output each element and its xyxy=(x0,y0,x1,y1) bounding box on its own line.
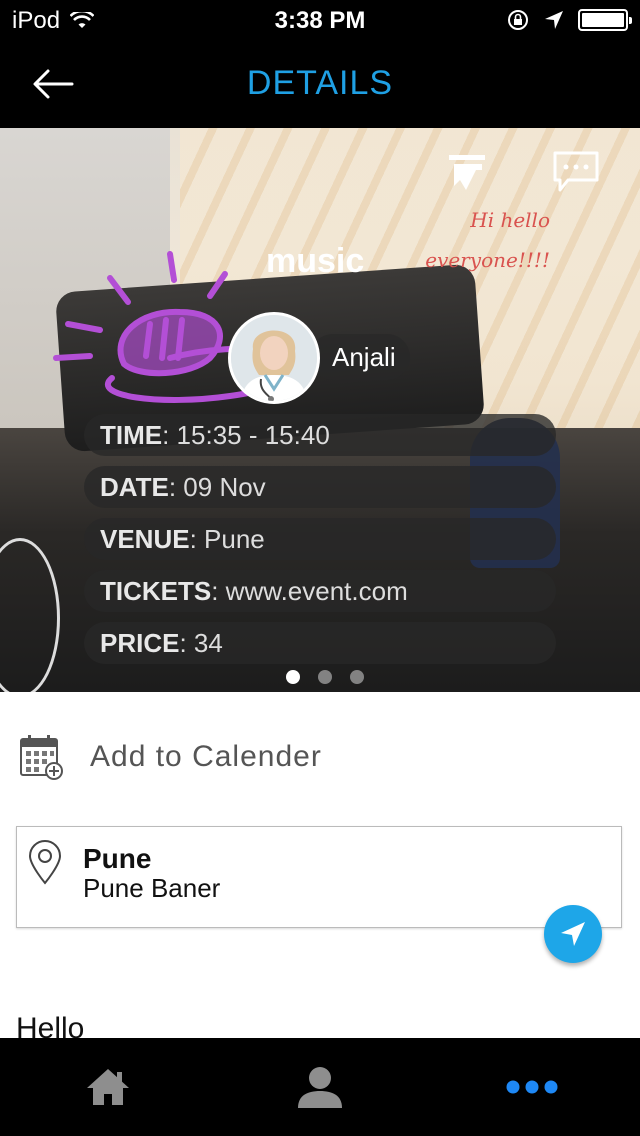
handwritten-line-2: everyone!!!! xyxy=(425,248,550,272)
user-name-pill: Anjali xyxy=(310,334,410,380)
overlay-word: music xyxy=(266,242,365,280)
detail-value: : www.event.com xyxy=(211,576,408,606)
detail-key: TICKETS xyxy=(100,576,212,606)
avatar[interactable] xyxy=(228,312,320,404)
handwritten-note: Hi hello everyone!!!! xyxy=(410,200,550,280)
status-bar: iPod 3:38 PM xyxy=(0,0,640,40)
page-title: DETAILS xyxy=(246,64,394,102)
navigation-arrow-icon xyxy=(561,922,585,946)
comment-button[interactable] xyxy=(552,150,600,194)
rotation-lock-icon xyxy=(508,10,528,30)
detail-value: : 15:35 - 15:40 xyxy=(162,420,330,450)
detail-key: DATE xyxy=(100,472,169,502)
location-title: Pune xyxy=(83,843,152,874)
detail-key: TIME xyxy=(100,420,163,450)
add-to-calendar-button[interactable]: Add to Calender xyxy=(18,732,322,782)
event-hero-image[interactable]: music Hi hello everyone!!!! Anjali TIME:… xyxy=(0,128,640,692)
detail-value: : 34 xyxy=(179,628,223,658)
location-subtitle: Pune Baner xyxy=(83,873,221,903)
detail-key: PRICE xyxy=(100,628,180,658)
detail-row-price: PRICE: 34 xyxy=(84,622,556,664)
page-indicator[interactable] xyxy=(286,670,364,684)
page-dot-2[interactable] xyxy=(318,670,332,684)
battery-icon xyxy=(578,9,632,31)
detail-row-tickets[interactable]: TICKETS: www.event.com xyxy=(84,570,556,612)
tab-more[interactable] xyxy=(472,1038,592,1136)
location-arrow-icon xyxy=(545,11,563,29)
add-to-calendar-label: Add to Calender xyxy=(90,740,322,773)
more-dots-icon xyxy=(506,1080,558,1094)
detail-row-venue: VENUE: Pune xyxy=(84,518,556,560)
detail-key: VENUE xyxy=(100,524,190,554)
profile-icon xyxy=(298,1067,342,1108)
detail-row-time: TIME: 15:35 - 15:40 xyxy=(84,414,556,456)
home-icon xyxy=(87,1069,129,1105)
share-button[interactable] xyxy=(446,152,488,194)
tab-bar xyxy=(0,1038,640,1136)
page-dot-1[interactable] xyxy=(286,670,300,684)
map-pin-icon xyxy=(28,840,62,885)
avatar-image xyxy=(231,315,317,401)
location-card[interactable]: Pune Pune Baner xyxy=(16,826,622,928)
handwritten-line-1: Hi hello xyxy=(470,208,550,232)
share-icon xyxy=(449,155,485,190)
chat-icon xyxy=(553,151,599,192)
detail-row-date: DATE: 09 Nov xyxy=(84,466,556,508)
tab-profile[interactable] xyxy=(260,1038,380,1136)
tab-home[interactable] xyxy=(48,1038,168,1136)
status-right xyxy=(506,8,632,32)
nav-bar: DETAILS xyxy=(0,40,640,128)
detail-value: : 09 Nov xyxy=(168,472,266,502)
detail-value: : Pune xyxy=(189,524,265,554)
page-dot-3[interactable] xyxy=(350,670,364,684)
calendar-add-icon xyxy=(20,735,63,780)
navigate-button[interactable] xyxy=(544,905,602,963)
